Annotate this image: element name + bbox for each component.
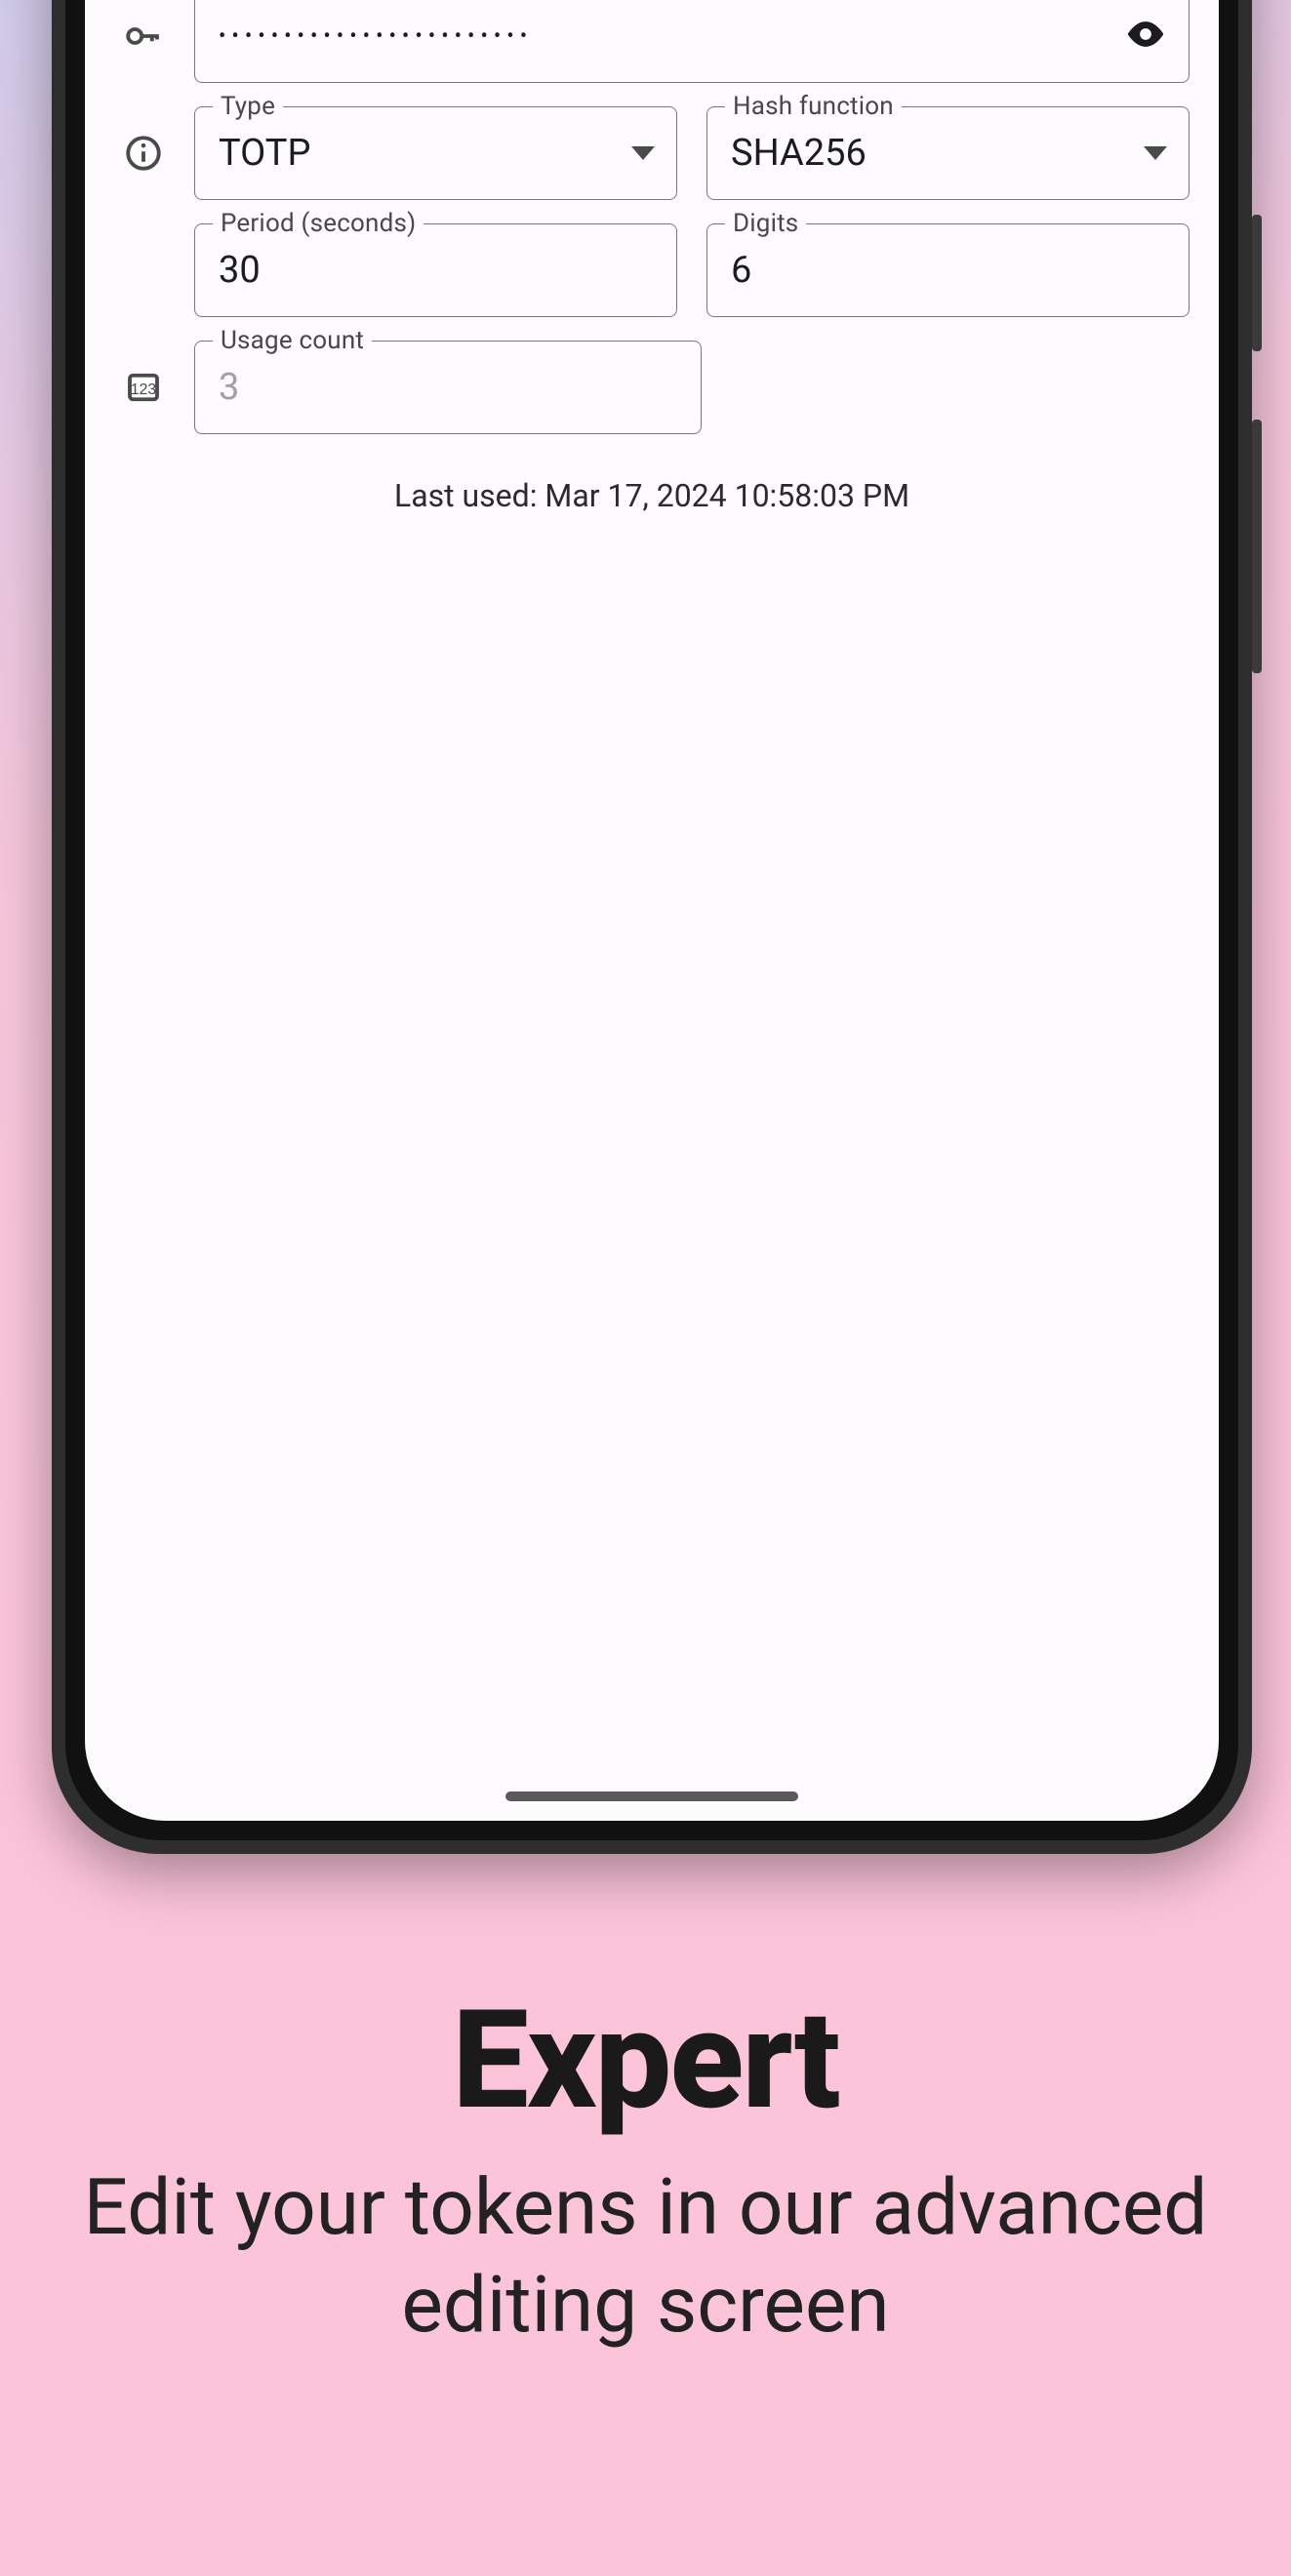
info-icon [114, 133, 173, 174]
hash-select[interactable]: Hash function SHA256 [706, 106, 1190, 200]
promo-title: Expert [0, 1981, 1291, 2141]
type-label: Type [213, 92, 283, 121]
row-period-digits: Period (seconds) 30 Digits 6 [114, 223, 1190, 317]
usage-count-field[interactable]: Usage count 3 [194, 341, 702, 434]
digits-label: Digits [725, 209, 806, 238]
secret-label: Secret [213, 0, 302, 4]
last-used-text: Last used: Mar 17, 2024 10:58:03 PM [114, 477, 1190, 514]
hash-label: Hash function [725, 92, 902, 121]
usage-value: 3 [219, 366, 239, 409]
edit-form: Name Michael Issuer Azure Pipelines [114, 0, 1190, 514]
digits-field[interactable]: Digits 6 [706, 223, 1190, 317]
period-field[interactable]: Period (seconds) 30 [194, 223, 677, 317]
period-label: Period (seconds) [213, 209, 424, 238]
type-value: TOTP [219, 132, 310, 175]
eye-icon [1124, 13, 1167, 56]
period-value: 30 [219, 249, 261, 292]
nav-bar-pill [505, 1791, 798, 1801]
toggle-secret-visibility[interactable] [1124, 13, 1167, 60]
type-select[interactable]: Type TOTP [194, 106, 677, 200]
phone-screen: Name Michael Issuer Azure Pipelines [85, 0, 1219, 1821]
chevron-down-icon [631, 146, 655, 160]
phone-frame: Name Michael Issuer Azure Pipelines [52, 0, 1252, 1854]
row-secret: Secret •••••••••••••••••••••••• [114, 0, 1190, 83]
phone-side-button-2 [1252, 420, 1262, 673]
promo-subtitle: Edit your tokens in our advanced editing… [0, 2158, 1291, 2354]
row-type-hash: Type TOTP Hash function SHA256 [114, 106, 1190, 200]
secret-field[interactable]: Secret •••••••••••••••••••••••• [194, 0, 1190, 83]
digits-value: 6 [731, 249, 751, 292]
promo-caption: Expert Edit your tokens in our advanced … [0, 1981, 1291, 2354]
usage-label: Usage count [213, 326, 372, 355]
phone-side-button-1 [1252, 215, 1262, 351]
chevron-down-icon [1144, 146, 1167, 160]
svg-text:123: 123 [131, 382, 157, 398]
key-icon [114, 16, 173, 57]
hash-value: SHA256 [731, 132, 867, 175]
phone-bezel: Name Michael Issuer Azure Pipelines [65, 0, 1238, 1840]
secret-value-masked: •••••••••••••••••••••••• [219, 24, 533, 49]
spacer [731, 341, 1190, 434]
row-usage: 123 Usage count 3 [114, 341, 1190, 434]
counter-icon: 123 [114, 367, 173, 408]
